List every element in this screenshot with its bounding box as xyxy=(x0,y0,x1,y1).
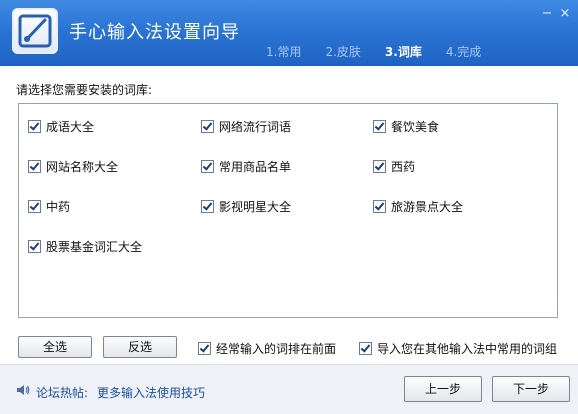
dictionary-label: 餐饮美食 xyxy=(391,120,440,134)
dictionary-label: 网站名称大全 xyxy=(46,160,119,174)
previous-step-button[interactable]: 上一步 xyxy=(404,376,482,402)
dictionary-label: 网络流行词语 xyxy=(219,120,292,134)
select-all-button[interactable]: 全选 xyxy=(18,336,92,358)
checkbox[interactable] xyxy=(201,120,214,133)
dictionary-item[interactable]: 影视明星大全 xyxy=(201,198,291,215)
checkbox[interactable] xyxy=(28,120,41,133)
checkbox[interactable] xyxy=(373,200,386,213)
dictionary-label: 影视明星大全 xyxy=(219,200,292,214)
checkbox[interactable] xyxy=(201,160,214,173)
dictionary-label: 股票基金词汇大全 xyxy=(46,240,143,254)
step-finish: 4.完成 xyxy=(445,45,482,59)
invert-selection-button[interactable]: 反选 xyxy=(103,336,177,358)
dictionary-label: 中药 xyxy=(46,200,71,214)
dictionary-item[interactable]: 股票基金词汇大全 xyxy=(28,238,142,255)
dictionary-item[interactable]: 西药 xyxy=(373,158,415,175)
step-dictionary: 3.词库 xyxy=(384,45,422,59)
dictionary-item[interactable]: 成语大全 xyxy=(28,118,94,135)
option-import-other[interactable]: 导入您在其他输入法中常用的词组 xyxy=(359,340,557,357)
clock-pen-icon xyxy=(18,14,52,48)
checkbox[interactable] xyxy=(28,200,41,213)
checkbox[interactable] xyxy=(201,200,214,213)
dictionary-label: 旅游景点大全 xyxy=(391,200,464,214)
dictionary-item[interactable]: 旅游景点大全 xyxy=(373,198,463,215)
header-bar: 手心输入法设置向导 − × 1.常用 2.皮肤 3.词库 4.完成 xyxy=(0,0,578,66)
step-common: 1.常用 xyxy=(266,45,302,59)
app-logo xyxy=(12,8,58,54)
speaker-icon xyxy=(17,385,30,395)
forum-tips-link[interactable]: 更多输入法使用技巧 xyxy=(97,384,205,401)
checkbox[interactable] xyxy=(373,160,386,173)
dictionary-item[interactable]: 网络流行词语 xyxy=(201,118,291,135)
checkbox[interactable] xyxy=(28,240,41,253)
checkbox[interactable] xyxy=(28,160,41,173)
setup-wizard-window: 手心输入法设置向导 − × 1.常用 2.皮肤 3.词库 4.完成 请选择您需要… xyxy=(0,0,578,414)
option-frequent-first[interactable]: 经常输入的词排在前面 xyxy=(198,340,336,357)
checkbox[interactable] xyxy=(359,342,372,355)
next-step-button[interactable]: 下一步 xyxy=(492,376,570,402)
dictionary-label: 常用商品名单 xyxy=(219,160,292,174)
option-label: 导入您在其他输入法中常用的词组 xyxy=(377,342,558,356)
close-button[interactable]: × xyxy=(556,6,574,22)
checkbox[interactable] xyxy=(198,342,211,355)
minimize-button[interactable]: − xyxy=(538,6,556,22)
dictionary-item[interactable]: 中药 xyxy=(28,198,70,215)
window-title: 手心输入法设置向导 xyxy=(69,22,240,43)
dictionary-label: 西药 xyxy=(391,160,416,174)
wizard-steps: 1.常用 2.皮肤 3.词库 4.完成 xyxy=(266,43,505,61)
option-label: 经常输入的词排在前面 xyxy=(216,342,337,356)
dictionary-item[interactable]: 网站名称大全 xyxy=(28,158,118,175)
dictionary-prompt: 请选择您需要安装的词库: xyxy=(16,83,153,97)
dictionary-list: 成语大全 网络流行词语 餐饮美食 网站名称大全 常用商品名单 西药 中药 影视明… xyxy=(18,103,558,318)
checkbox[interactable] xyxy=(373,120,386,133)
dictionary-item[interactable]: 常用商品名单 xyxy=(201,158,291,175)
dictionary-label: 成语大全 xyxy=(46,120,95,134)
dictionary-item[interactable]: 餐饮美食 xyxy=(373,118,439,135)
step-skin: 2.皮肤 xyxy=(325,45,361,59)
forum-hot-label: 论坛热帖: xyxy=(36,386,89,400)
